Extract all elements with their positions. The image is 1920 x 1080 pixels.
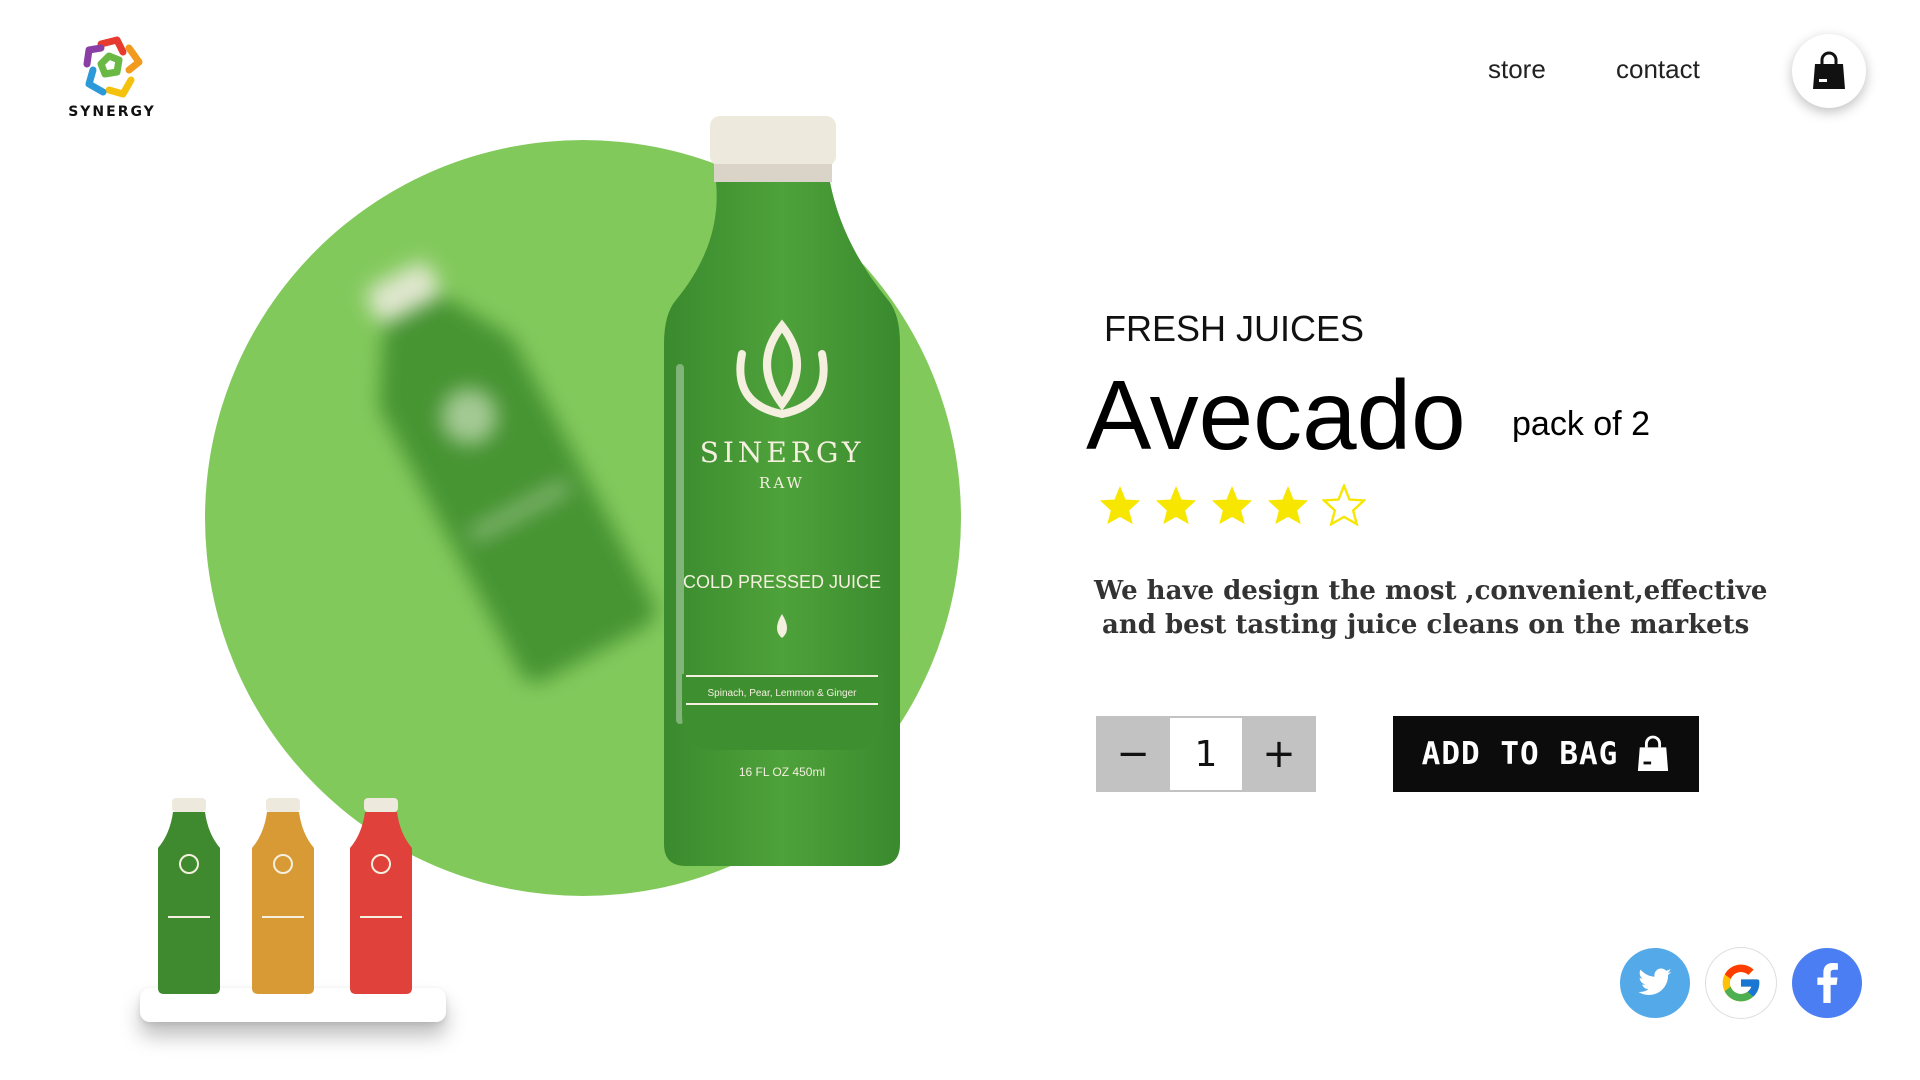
product-description: We have design the most ,convenient,effe… bbox=[1094, 574, 1814, 642]
product-pack-size: pack of 2 bbox=[1512, 405, 1650, 443]
product-category: FRESH JUICES bbox=[1104, 308, 1365, 349]
star-filled-icon bbox=[1211, 485, 1253, 525]
cart-button[interactable] bbox=[1792, 34, 1866, 108]
add-to-bag-button[interactable]: ADD TO BAG bbox=[1393, 716, 1699, 792]
product-title: Avecado bbox=[1086, 360, 1466, 470]
brand-logo[interactable]: SYNERGY bbox=[64, 34, 160, 120]
bottle-ingredients-text: Spinach, Pear, Lemmon & Ginger bbox=[708, 688, 858, 699]
product-description-line-2: and best tasting juice cleans on the mar… bbox=[1102, 610, 1750, 640]
quantity-decrease-button[interactable]: − bbox=[1096, 716, 1170, 792]
bottle-label-text: COLD PRESSED JUICE bbox=[683, 572, 881, 592]
bottle-sub-text: RAW bbox=[759, 474, 805, 492]
main-bottle-image: SINERGY RAW COLD PRESSED JUICE Spinach, … bbox=[642, 114, 922, 878]
quantity-increase-button[interactable]: + bbox=[1242, 716, 1316, 792]
product-description-line-1: We have design the most ,convenient,effe… bbox=[1094, 576, 1768, 606]
rating-stars bbox=[1098, 484, 1366, 526]
shopping-bag-icon bbox=[1638, 735, 1669, 771]
twitter-icon bbox=[1638, 968, 1672, 995]
google-icon bbox=[1722, 964, 1760, 1002]
facebook-icon bbox=[1817, 963, 1838, 1003]
thumbnail-orange-bottle[interactable] bbox=[246, 798, 320, 994]
shopping-bag-icon bbox=[1813, 51, 1845, 89]
add-to-bag-label: ADD TO BAG bbox=[1421, 736, 1619, 772]
nav-store-link[interactable]: store bbox=[1488, 54, 1546, 85]
thumbnail-red-bottle[interactable] bbox=[344, 798, 418, 994]
synergy-logo-icon bbox=[83, 36, 143, 98]
bottle-brand-text: SINERGY bbox=[700, 436, 865, 469]
star-filled-icon bbox=[1099, 485, 1141, 525]
bottle-volume-text: 16 FL OZ 450ml bbox=[739, 765, 825, 779]
star-outline-icon bbox=[1322, 484, 1366, 526]
star-filled-icon bbox=[1267, 485, 1309, 525]
google-button[interactable] bbox=[1706, 948, 1776, 1018]
thumbnail-green-bottle[interactable] bbox=[152, 798, 226, 994]
star-filled-icon bbox=[1155, 485, 1197, 525]
brand-name: SYNERGY bbox=[68, 104, 156, 120]
quantity-value[interactable]: 1 bbox=[1170, 716, 1242, 792]
nav-contact-link[interactable]: contact bbox=[1616, 54, 1700, 85]
facebook-button[interactable] bbox=[1792, 948, 1862, 1018]
twitter-button[interactable] bbox=[1620, 948, 1690, 1018]
quantity-stepper: − 1 + bbox=[1096, 716, 1316, 792]
